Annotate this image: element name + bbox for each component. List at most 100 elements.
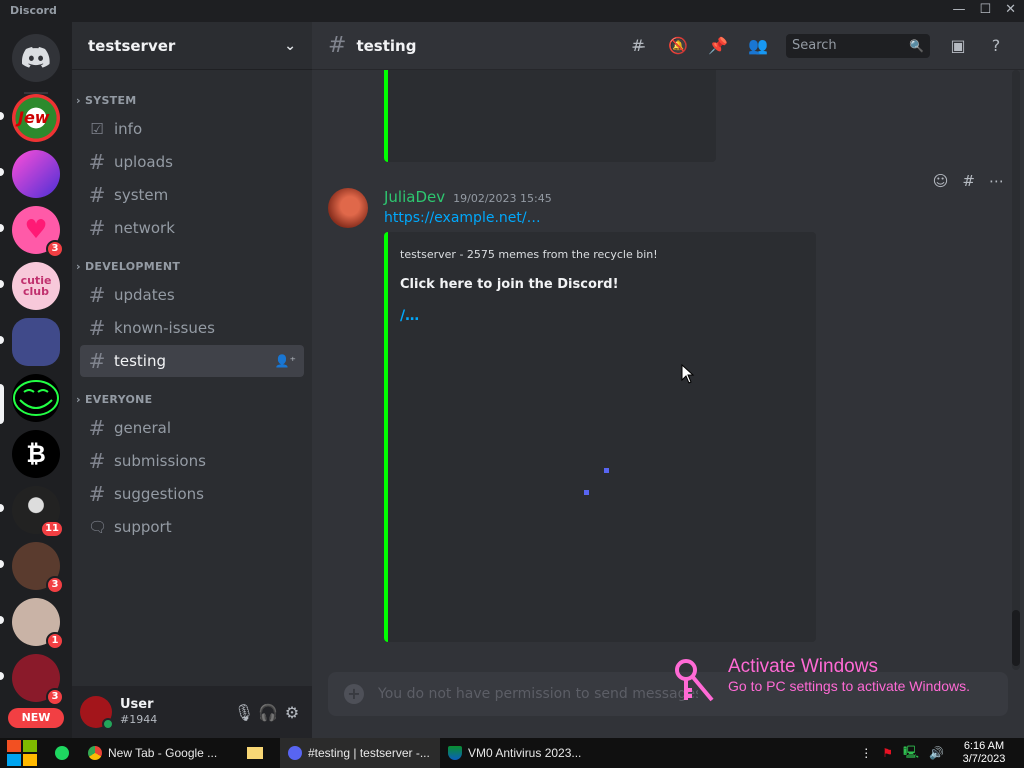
system-tray: ⋮ ⚑ 🖳 🔊 <box>852 738 952 768</box>
invite-icon[interactable]: 👤⁺ <box>275 354 296 368</box>
category-label: DEVELOPMENT <box>84 260 181 273</box>
channel-network[interactable]: # network <box>80 212 304 244</box>
previous-embed <box>384 70 716 162</box>
windows-logo-icon <box>7 740 37 766</box>
server-avatar-12[interactable]: 3 <box>12 654 64 706</box>
hash-icon: # <box>88 283 106 307</box>
help-icon[interactable]: ? <box>984 34 1008 58</box>
discord-logo-icon <box>22 47 50 68</box>
spotify-icon <box>55 746 69 760</box>
gear-icon[interactable]: ⚙ <box>280 700 304 724</box>
taskbar-antivirus[interactable]: VM0 Antivirus 2023... <box>440 738 600 768</box>
headphones-icon[interactable]: 🎧 <box>256 700 280 724</box>
app-title: Discord <box>10 4 57 17</box>
channel-system[interactable]: # system <box>80 179 304 211</box>
server-kittyparadise[interactable] <box>12 150 60 198</box>
avatar[interactable] <box>328 188 368 228</box>
taskbar-file-explorer[interactable] <box>230 738 280 768</box>
server-avatar-11[interactable]: 1 <box>12 598 64 650</box>
channel-sidebar: testserver ⌄ › SYSTEM ☑ info # uploads #… <box>72 22 312 738</box>
maximize-button[interactable]: ☐ <box>979 2 991 17</box>
volume-icon[interactable]: 🔊 <box>929 746 944 760</box>
guild-header[interactable]: testserver ⌄ <box>72 22 312 70</box>
message-input[interactable]: You do not have permission to send messa… <box>378 686 698 702</box>
search-placeholder: Search <box>792 38 837 53</box>
more-icon[interactable]: ⋯ <box>989 172 1004 190</box>
search-input[interactable]: Search 🔍 <box>786 33 930 58</box>
user-panel: User #1944 🎙 🎧 ⚙ <box>72 686 312 738</box>
network-icon[interactable]: 🖳 <box>903 743 919 764</box>
embed-title[interactable]: Click here to join the Discord! <box>400 277 804 292</box>
folder-icon <box>247 747 263 759</box>
server-jew-logo: Jew <box>18 108 50 127</box>
mute-notifications-icon[interactable]: 🔕 <box>666 34 690 58</box>
unread-pill <box>0 504 4 512</box>
flag-icon[interactable]: ⚑ <box>882 746 893 760</box>
threads-icon[interactable]: #̶ <box>626 34 650 58</box>
server-bitcoin[interactable]: ₿ <box>12 430 60 478</box>
server-jew[interactable]: Jew <box>12 94 60 142</box>
inbox-icon[interactable]: ▣ <box>946 34 970 58</box>
channel-known-issues[interactable]: # known-issues <box>80 312 304 344</box>
avatar[interactable] <box>80 696 114 730</box>
scrollbar-thumb[interactable] <box>1012 610 1020 666</box>
channel-testing[interactable]: # testing 👤⁺ <box>80 345 304 377</box>
more-icon[interactable]: ⋮ <box>860 746 872 760</box>
category-system[interactable]: › SYSTEM <box>72 86 312 112</box>
message-hover-toolbar: ☺ # ⋯ <box>933 172 1004 190</box>
activate-windows-watermark: Activate Windows Go to PC settings to ac… <box>672 656 970 706</box>
keys-icon <box>675 659 714 702</box>
message-author[interactable]: JuliaDev <box>384 188 445 206</box>
create-thread-icon[interactable]: # <box>962 172 975 190</box>
chat-header: # testing #̶ 🔕 📌 👥 Search 🔍 ▣ ? <box>312 22 1024 70</box>
taskbar-discord[interactable]: #testing | testserver -... <box>280 738 440 768</box>
mention-badge: 3 <box>46 688 64 706</box>
minimize-button[interactable]: — <box>952 2 965 17</box>
server-avatar-9[interactable]: 11 <box>12 486 64 538</box>
category-development[interactable]: › DEVELOPMENT <box>72 252 312 278</box>
add-reaction-icon[interactable]: ☺ <box>933 172 949 190</box>
category-everyone[interactable]: › EVERYONE <box>72 385 312 411</box>
mention-badge: 11 <box>40 520 64 538</box>
server-cutie-club[interactable]: cutie club <box>12 262 60 310</box>
member-list-icon[interactable]: 👥 <box>746 34 770 58</box>
server-avatar-10[interactable]: 3 <box>12 542 64 594</box>
new-unreads-badge[interactable]: NEW <box>8 708 64 728</box>
server-avatar-5[interactable] <box>12 318 60 366</box>
channel-updates[interactable]: # updates <box>80 279 304 311</box>
pin-icon[interactable]: 📌 <box>706 34 730 58</box>
embed-link[interactable]: /… <box>400 308 804 324</box>
clock[interactable]: 6:16 AM 3/7/2023 <box>952 740 1016 766</box>
server-trollface[interactable] <box>12 374 60 422</box>
taskbar-spotify[interactable] <box>44 738 80 768</box>
channel-support[interactable]: 🗨 support <box>80 511 304 543</box>
channel-general[interactable]: # general <box>80 412 304 444</box>
hash-icon: # <box>88 449 106 473</box>
channel-uploads[interactable]: # uploads <box>80 146 304 178</box>
channel-label: uploads <box>114 153 173 171</box>
chrome-icon <box>88 746 102 760</box>
taskbar-label: VM0 Antivirus 2023... <box>468 746 582 760</box>
hash-icon: # <box>88 216 106 240</box>
selected-pill <box>0 384 4 424</box>
channel-info[interactable]: ☑ info <box>80 113 304 145</box>
home-button[interactable] <box>12 34 60 82</box>
search-icon: 🔍 <box>909 38 924 53</box>
loading-dot <box>584 490 589 495</box>
link-embed: testserver - 2575 memes from the recycle… <box>384 232 816 642</box>
microphone-icon[interactable]: 🎙 <box>232 700 256 724</box>
message-link[interactable]: https://example.net/… <box>384 210 541 226</box>
server-heart[interactable]: ♥ 3 <box>12 206 64 258</box>
channel-suggestions[interactable]: # suggestions <box>80 478 304 510</box>
channel-submissions[interactable]: # submissions <box>80 445 304 477</box>
start-button[interactable] <box>0 738 44 768</box>
close-button[interactable]: ✕ <box>1005 2 1016 17</box>
unread-pill <box>0 336 4 344</box>
taskbar-chrome[interactable]: New Tab - Google ... <box>80 738 230 768</box>
hash-icon: # <box>328 33 347 58</box>
hash-icon: # <box>88 150 106 174</box>
window-titlebar: Discord — ☐ ✕ <box>0 0 1024 22</box>
taskbar-label: New Tab - Google ... <box>108 746 218 760</box>
hash-icon: # <box>88 316 106 340</box>
scrollbar[interactable] <box>1012 70 1020 670</box>
